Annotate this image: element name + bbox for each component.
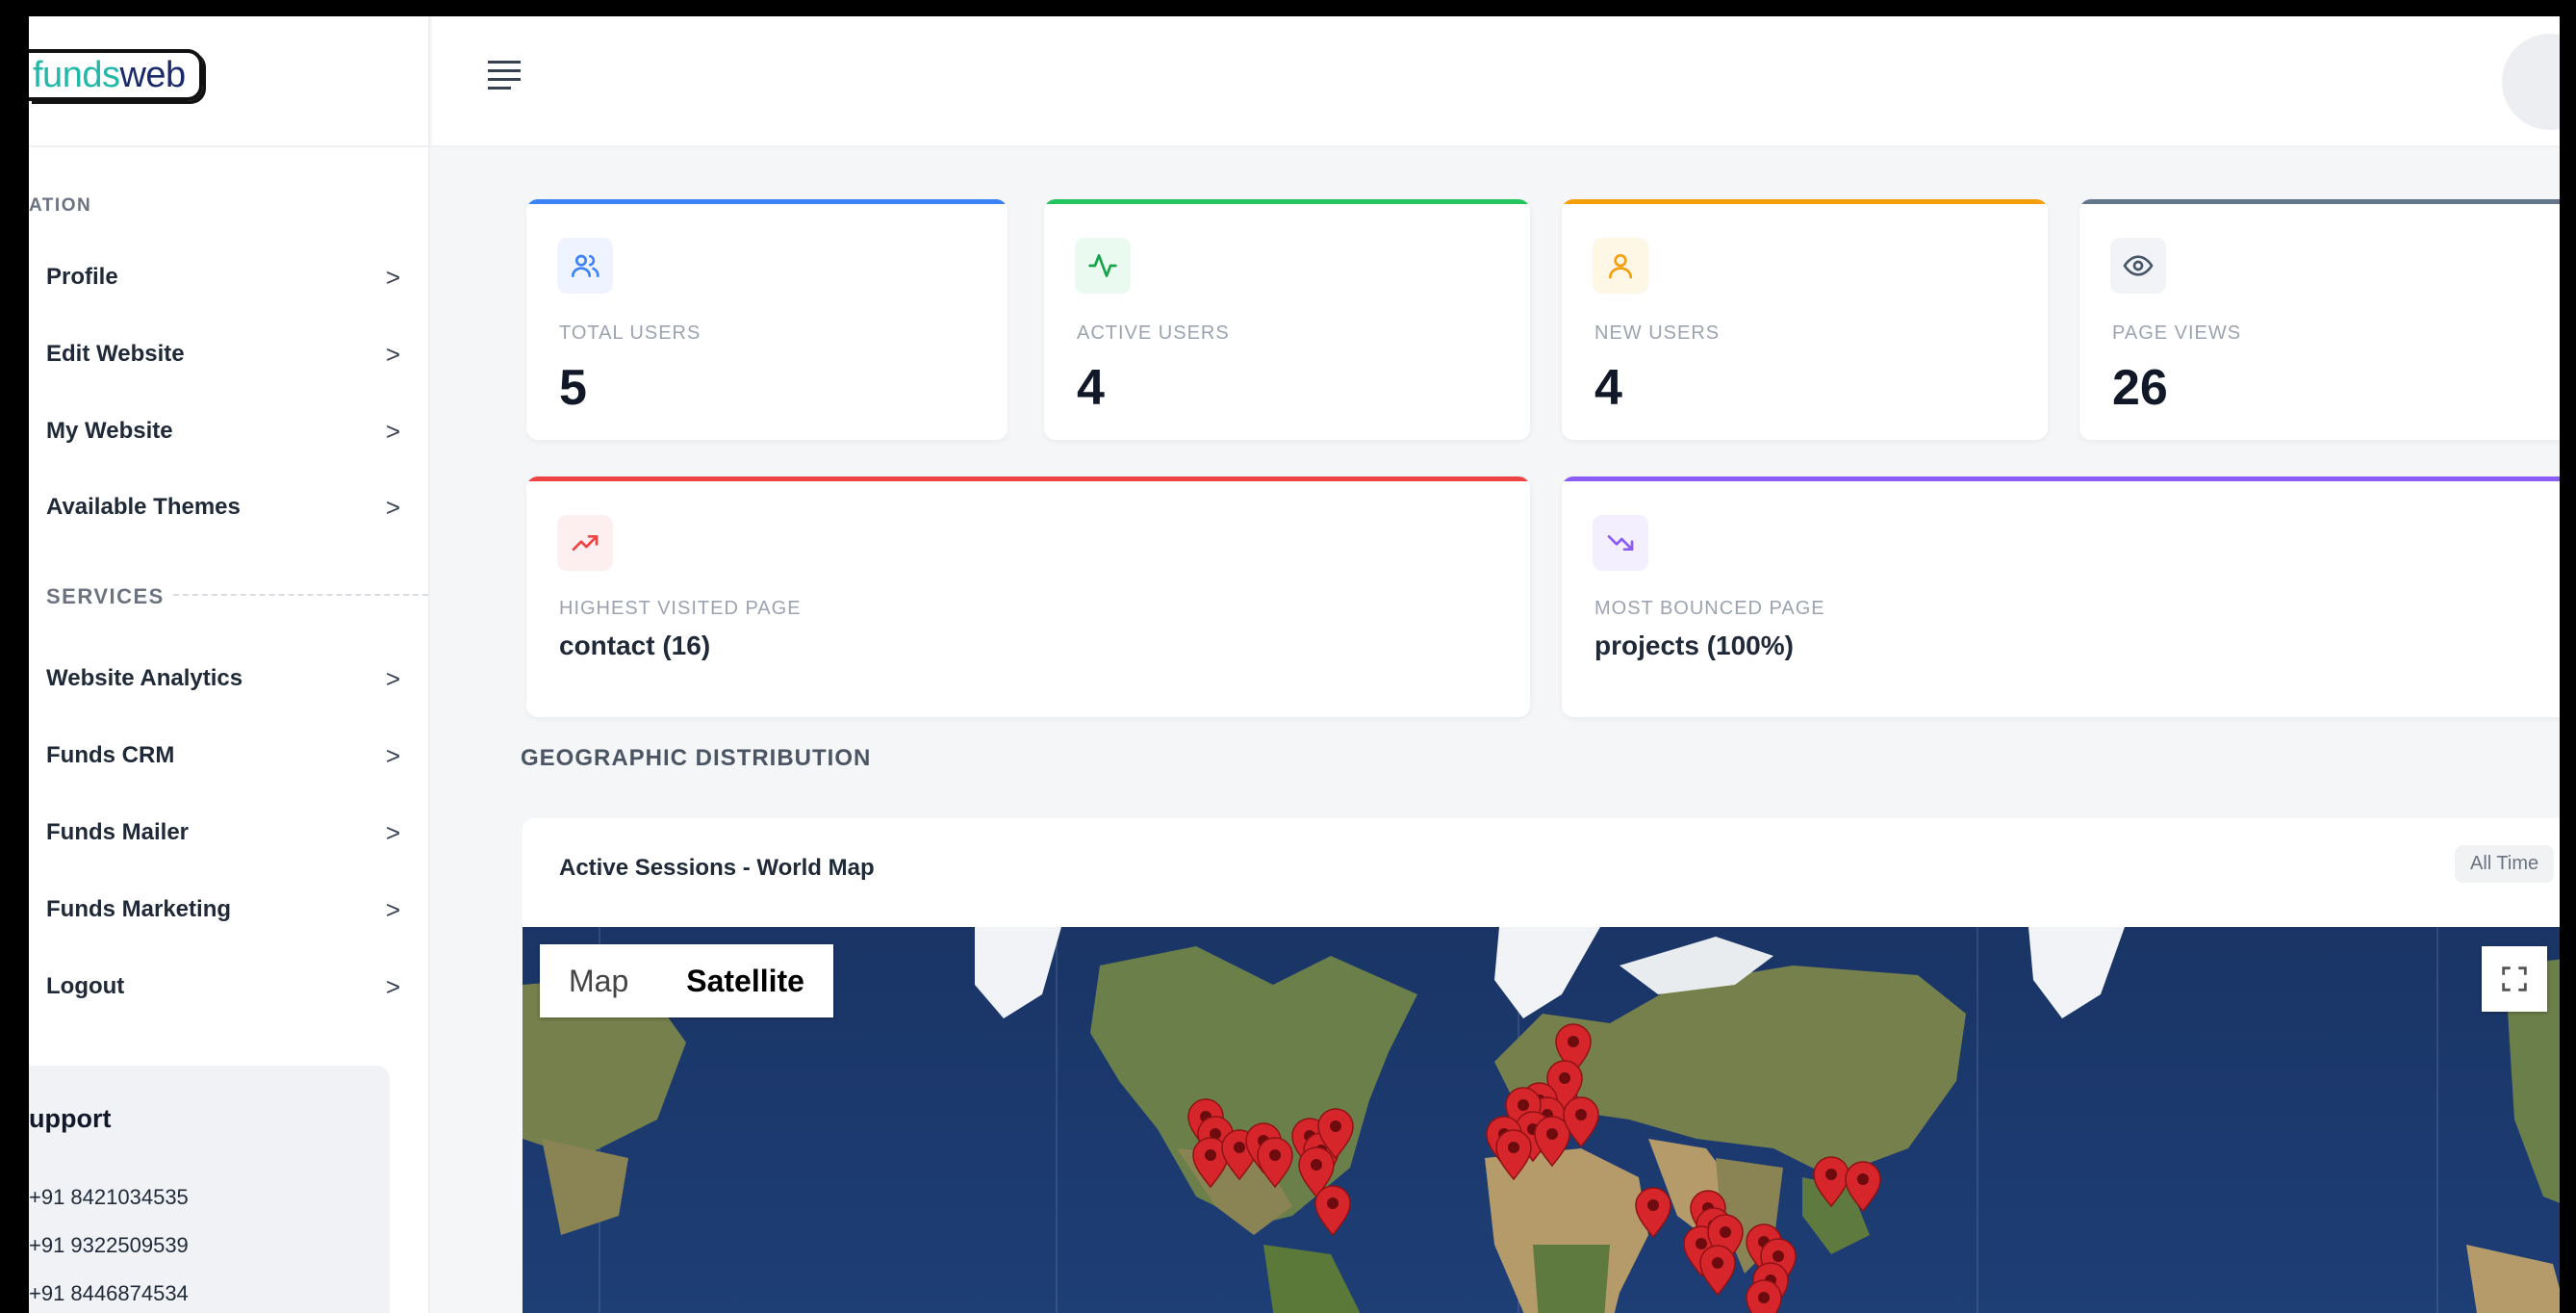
logo-bar: fundsweb [29,16,428,147]
user-icon [1593,238,1648,294]
highlight-value: contact (16) [559,631,711,660]
trending-up-icon [557,515,613,571]
card-accent-bar [526,199,1007,204]
chevron-right-icon: > [385,740,400,770]
sidebar-item-label: Edit Website [46,341,185,367]
stat-card-new-users: NEW USERS 4 [1562,199,2048,440]
geographic-distribution-title: GEOGRAPHIC DISTRIBUTION [521,745,872,771]
card-accent-bar [526,476,1530,481]
app-frame: fundsweb ATION Profile > Edit Website > … [29,16,2560,1313]
sidebar-item-label: My Website [46,418,173,444]
logo-text-web: web [119,55,186,95]
brand-logo[interactable]: fundsweb [29,49,203,101]
sidebar-item-logout[interactable]: Logout > [46,963,400,1011]
support-title: upport [29,1104,112,1133]
time-range-badge[interactable]: All Time [2455,845,2555,883]
sidebar-item-funds-mailer[interactable]: Funds Mailer > [46,809,400,857]
stat-value: 4 [1594,360,1622,416]
stat-label: TOTAL USERS [559,322,701,344]
activity-icon [1075,238,1131,294]
sidebar: fundsweb ATION Profile > Edit Website > … [29,16,430,1313]
support-phone[interactable]: +91 8446874534 [29,1281,189,1306]
sidebar-item-funds-marketing[interactable]: Funds Marketing > [46,886,400,934]
sidebar-item-edit-website[interactable]: Edit Website > [46,330,400,378]
avatar[interactable] [2502,34,2560,130]
support-phone[interactable]: +91 9322509539 [29,1233,189,1258]
stat-label: ACTIVE USERS [1077,322,1230,344]
sidebar-item-label: Funds Mailer [46,819,190,845]
satellite-view-button[interactable]: Satellite [657,944,833,1017]
stat-card-active-users: ACTIVE USERS 4 [1044,199,1530,440]
card-accent-bar [1044,199,1530,204]
chevron-right-icon: > [385,262,400,292]
top-bar [432,16,2560,147]
stat-value: 4 [1077,360,1105,416]
card-accent-bar [1562,199,2048,204]
sidebar-item-label: Website Analytics [46,665,243,691]
chevron-right-icon: > [385,817,400,847]
sidebar-item-label: Funds CRM [46,742,175,768]
highlight-value: projects (100%) [1594,631,1794,660]
hamburger-menu-icon[interactable] [488,61,521,90]
stat-label: NEW USERS [1594,322,1721,344]
users-icon [557,238,613,294]
card-accent-bar [1562,476,2560,481]
chevron-right-icon: > [385,416,400,446]
map-card-title: Active Sessions - World Map [559,855,875,881]
map-view-button[interactable]: Map [540,944,657,1017]
sidebar-item-label: Funds Marketing [46,896,232,922]
chevron-right-icon: > [385,339,400,369]
stat-value: 26 [2112,360,2168,416]
world-map-card: Active Sessions - World Map All Time Map… [523,818,2560,1313]
map-type-toggle: Map Satellite [540,944,833,1017]
support-phone[interactable]: +91 8421034535 [29,1185,189,1210]
fullscreen-icon[interactable] [2482,946,2547,1012]
sidebar-item-website-analytics[interactable]: Website Analytics > [46,655,400,703]
sidebar-item-funds-crm[interactable]: Funds CRM > [46,732,400,780]
sidebar-item-my-website[interactable]: My Website > [46,407,400,455]
stat-card-page-views: PAGE VIEWS 26 [2079,199,2560,440]
sidebar-item-profile[interactable]: Profile > [46,253,400,301]
highlight-card-most-bounced: MOST BOUNCED PAGE projects (100%) [1562,476,2560,717]
highlight-label: HIGHEST VISITED PAGE [559,598,802,619]
chevron-right-icon: > [385,663,400,693]
eye-icon [2110,238,2166,294]
highlight-card-highest-visited: HIGHEST VISITED PAGE contact (16) [526,476,1530,717]
sidebar-item-available-themes[interactable]: Available Themes > [46,483,400,531]
stat-label: PAGE VIEWS [2112,322,2242,344]
logo-text-funds: funds [33,55,120,95]
stat-value: 5 [559,360,587,416]
sidebar-item-label: Profile [46,264,118,290]
stat-card-total-users: TOTAL USERS 5 [526,199,1007,440]
services-section-label: SERVICES [46,584,165,608]
trending-down-icon [1593,515,1648,571]
highlight-label: MOST BOUNCED PAGE [1594,598,1825,619]
chevron-right-icon: > [385,971,400,1001]
section-divider [173,594,428,596]
nav-section-label: ATION [29,195,92,216]
chevron-right-icon: > [385,894,400,924]
chevron-right-icon: > [385,492,400,522]
card-accent-bar [2079,199,2560,204]
world-map[interactable]: Map Satellite [523,927,2560,1313]
sidebar-item-label: Available Themes [46,494,241,520]
sidebar-item-label: Logout [46,973,125,999]
